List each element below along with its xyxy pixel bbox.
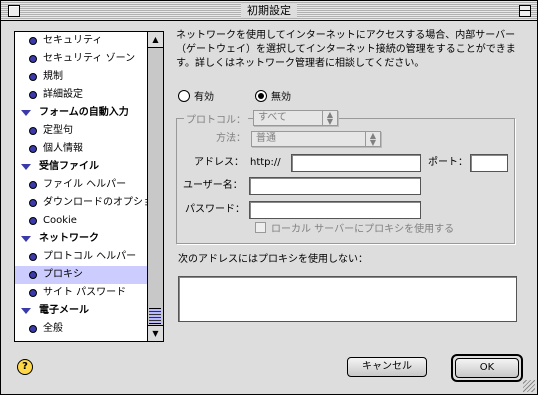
sidebar-category[interactable]: 受信ファイル <box>15 158 147 176</box>
sidebar-item[interactable]: 規制 <box>15 68 147 86</box>
sidebar-item-label: セキュリティ ゾーン <box>43 53 136 64</box>
address-field[interactable] <box>291 154 421 172</box>
category-scrollbar[interactable]: ▲ ▼ <box>147 32 163 341</box>
radio-on-icon <box>255 90 267 102</box>
bullet-icon <box>29 253 37 261</box>
sidebar-item[interactable]: ダウンロードのオプション <box>15 194 163 212</box>
bullet-icon <box>29 325 37 333</box>
sidebar-item-label: 定型句 <box>43 125 73 136</box>
bullet-icon <box>29 127 37 135</box>
preferences-window: 初期設定 セキュリティセキュリティ ゾーン 規制詳細設定フォームの自動入力定型句個… <box>0 0 538 395</box>
scroll-up-arrow-icon[interactable]: ▲ <box>148 32 163 48</box>
local-proxy-checkbox[interactable]: ローカル サーバーにプロキシを使用する <box>255 222 454 238</box>
disclosure-triangle-icon[interactable] <box>21 308 31 314</box>
sidebar-item-label: セキュリティ <box>43 35 103 46</box>
password-label: パスワード： <box>185 204 245 215</box>
password-field[interactable] <box>249 201 421 219</box>
bullet-icon <box>29 73 37 81</box>
radio-off-icon <box>178 90 190 102</box>
bullet-icon <box>29 217 37 225</box>
bullet-icon <box>29 91 37 99</box>
sidebar-item-label: 全般 <box>43 323 63 334</box>
sidebar-category[interactable]: フォームの自動入力 <box>15 104 147 122</box>
sidebar-item-label: ファイル ヘルパー <box>43 179 127 190</box>
bullet-icon <box>29 145 37 153</box>
protocol-label: プロトコル： <box>184 111 248 126</box>
sidebar-item-label: 詳細設定 <box>43 89 83 100</box>
sidebar-item-label: 規制 <box>43 71 63 82</box>
bullet-icon <box>29 37 37 45</box>
sidebar-item[interactable]: セキュリティ ゾーン <box>15 50 147 68</box>
username-field[interactable] <box>249 177 421 195</box>
port-label: ポート： <box>428 157 468 168</box>
ok-button[interactable]: OK <box>455 358 519 378</box>
sidebar-item[interactable]: プロトコル ヘルパー <box>15 248 147 266</box>
sidebar-item[interactable]: 詳細設定 <box>15 86 147 104</box>
sidebar-item[interactable]: 全般 <box>15 320 147 338</box>
disable-radio[interactable]: 無効 <box>255 90 291 104</box>
sidebar-item[interactable]: セキュリティ <box>15 32 147 50</box>
cancel-button[interactable]: キャンセル <box>347 357 427 377</box>
collapse-box[interactable] <box>519 5 531 17</box>
method-popup-value: 普通 <box>256 133 276 144</box>
sidebar-item[interactable]: サイト パスワード <box>15 284 147 302</box>
port-field[interactable] <box>470 154 508 172</box>
protocol-popup-value: すべて <box>258 112 287 123</box>
bullet-icon <box>29 271 37 279</box>
updown-arrows-icon: ▲ ▼ <box>365 132 380 147</box>
sidebar-category[interactable]: 電子メール <box>15 302 147 320</box>
category-list: セキュリティセキュリティ ゾーン 規制詳細設定フォームの自動入力定型句個人情報受信… <box>14 31 164 342</box>
proxy-description: ネットワークを使用してインターネットにアクセスする場合、内部サーバー（ゲートウェ… <box>176 30 516 69</box>
noproxy-field[interactable] <box>178 276 517 322</box>
noproxy-label: 次のアドレスにはプロキシを使用しない： <box>178 254 368 265</box>
bullet-icon <box>29 289 37 297</box>
sidebar-item[interactable]: ファイル ヘルパー <box>15 176 147 194</box>
address-prefix: http:// <box>250 157 281 168</box>
address-label: アドレス： <box>194 157 244 168</box>
title-bar[interactable]: 初期設定 <box>1 1 537 21</box>
sidebar-item-label: サイト パスワード <box>43 287 127 298</box>
sidebar-item-label: 受信ファイル <box>39 161 99 172</box>
disable-radio-label: 無効 <box>271 92 291 103</box>
sidebar-item[interactable]: 定型句 <box>15 122 147 140</box>
disclosure-triangle-icon[interactable] <box>21 164 31 170</box>
enable-radio-label: 有効 <box>194 92 214 103</box>
method-label: 方法： <box>216 133 246 144</box>
close-box[interactable] <box>8 5 20 17</box>
sidebar-item-label: プロトコル ヘルパー <box>43 251 137 262</box>
sidebar-category[interactable]: ネットワーク <box>15 230 147 248</box>
resize-grip-icon[interactable] <box>523 380 535 392</box>
category-list-items: セキュリティセキュリティ ゾーン 規制詳細設定フォームの自動入力定型句個人情報受信… <box>15 32 163 338</box>
window-title: 初期設定 <box>241 3 297 18</box>
sidebar-item[interactable]: プロキシ <box>15 266 147 284</box>
sidebar-item[interactable]: Cookie <box>15 212 147 230</box>
sidebar-item-label: 個人情報 <box>43 143 83 154</box>
bullet-icon <box>29 181 37 189</box>
sidebar-item-label: Cookie <box>43 215 77 226</box>
bullet-icon <box>29 199 37 207</box>
scroll-thumb[interactable] <box>149 308 161 324</box>
sidebar-item-label: 電子メール <box>39 305 89 316</box>
username-label: ユーザー名： <box>183 180 243 191</box>
scroll-down-arrow-icon[interactable]: ▼ <box>148 325 163 341</box>
sidebar-item-label: プロキシ <box>43 269 83 280</box>
protocol-popup[interactable]: すべて ▲ ▼ <box>253 110 338 126</box>
sidebar-item-label: ダウンロードのオプション <box>43 197 163 208</box>
updown-arrows-icon: ▲ ▼ <box>322 111 337 126</box>
sidebar-item-label: フォームの自動入力 <box>39 107 129 118</box>
sidebar-item[interactable]: 個人情報 <box>15 140 147 158</box>
enable-radio[interactable]: 有効 <box>178 90 214 104</box>
sidebar-item-label: ネットワーク <box>39 233 99 244</box>
local-proxy-checkbox-label: ローカル サーバーにプロキシを使用する <box>271 224 455 235</box>
checkbox-icon <box>255 222 266 233</box>
disclosure-triangle-icon[interactable] <box>21 110 31 116</box>
bullet-icon <box>29 55 37 63</box>
disclosure-triangle-icon[interactable] <box>21 236 31 242</box>
help-icon[interactable]: ? <box>17 359 33 375</box>
method-popup[interactable]: 普通 ▲ ▼ <box>251 131 381 147</box>
